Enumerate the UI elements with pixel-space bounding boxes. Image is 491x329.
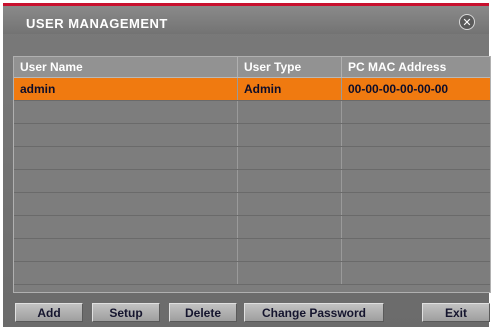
- cell-user-name: [14, 124, 238, 146]
- add-button[interactable]: Add: [15, 303, 83, 322]
- cell-mac-address: [342, 262, 490, 284]
- cell-user-type: [238, 262, 342, 284]
- change-password-button[interactable]: Change Password: [244, 303, 384, 322]
- cell-mac-address: [342, 216, 490, 238]
- cell-user-type: [238, 124, 342, 146]
- table-row[interactable]: [14, 193, 490, 216]
- delete-button[interactable]: Delete: [169, 303, 237, 322]
- cell-user-name: [14, 216, 238, 238]
- table-header: User Name User Type PC MAC Address: [14, 57, 490, 78]
- cell-user-name: [14, 147, 238, 169]
- cell-user-name: [14, 170, 238, 192]
- cell-user-type: Admin: [238, 78, 342, 100]
- cell-mac-address: [342, 170, 490, 192]
- user-management-dialog: USER MANAGEMENT ✕ User Name User Type PC…: [3, 3, 491, 327]
- cell-mac-address: [342, 124, 490, 146]
- exit-button[interactable]: Exit: [422, 303, 490, 322]
- cell-mac-address: [342, 147, 490, 169]
- title-bar: USER MANAGEMENT ✕: [3, 6, 489, 34]
- cell-user-type: [238, 170, 342, 192]
- table-row[interactable]: [14, 170, 490, 193]
- column-header-user-type[interactable]: User Type: [238, 57, 342, 77]
- dialog-title: USER MANAGEMENT: [26, 16, 168, 31]
- table-row[interactable]: [14, 124, 490, 147]
- cell-user-type: [238, 239, 342, 261]
- user-table: User Name User Type PC MAC Address admin…: [13, 56, 491, 293]
- table-row[interactable]: admin Admin 00-00-00-00-00-00: [14, 78, 490, 101]
- cell-mac-address: [342, 239, 490, 261]
- cell-user-name: [14, 262, 238, 284]
- cell-mac-address: [342, 193, 490, 215]
- cell-user-type: [238, 216, 342, 238]
- cell-user-type: [238, 101, 342, 123]
- table-row[interactable]: [14, 216, 490, 239]
- table-row[interactable]: [14, 147, 490, 170]
- cell-user-name: admin: [14, 78, 238, 100]
- cell-user-type: [238, 147, 342, 169]
- cell-mac-address: 00-00-00-00-00-00: [348, 82, 449, 96]
- cell-user-type: [238, 193, 342, 215]
- table-row[interactable]: [14, 101, 490, 124]
- cell-mac-address: [342, 101, 490, 123]
- table-row[interactable]: [14, 239, 490, 262]
- table-row[interactable]: [14, 262, 490, 285]
- close-icon[interactable]: ✕: [459, 14, 475, 30]
- setup-button[interactable]: Setup: [92, 303, 160, 322]
- cell-user-name: [14, 239, 238, 261]
- cell-user-name: [14, 101, 238, 123]
- column-header-mac-address[interactable]: PC MAC Address: [342, 57, 490, 77]
- cell-user-name: [14, 193, 238, 215]
- column-header-user-name[interactable]: User Name: [14, 57, 238, 77]
